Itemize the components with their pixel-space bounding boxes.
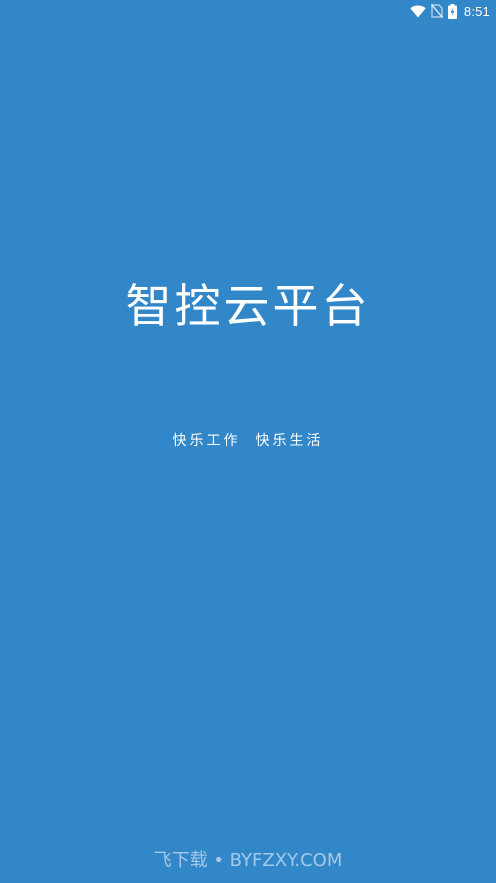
no-sim-icon xyxy=(430,4,443,18)
watermark: 飞下载 • BYFZXY.COM xyxy=(153,850,343,871)
wifi-icon xyxy=(410,5,426,18)
slogan: 快乐工作 快乐生活 xyxy=(172,433,324,449)
status-icons: 8:51 xyxy=(410,2,490,20)
battery-charging-icon xyxy=(447,3,457,19)
status-time: 8:51 xyxy=(463,3,490,19)
app-title: 智控云平台 xyxy=(125,279,371,333)
status-bar: 8:51 xyxy=(0,0,496,22)
